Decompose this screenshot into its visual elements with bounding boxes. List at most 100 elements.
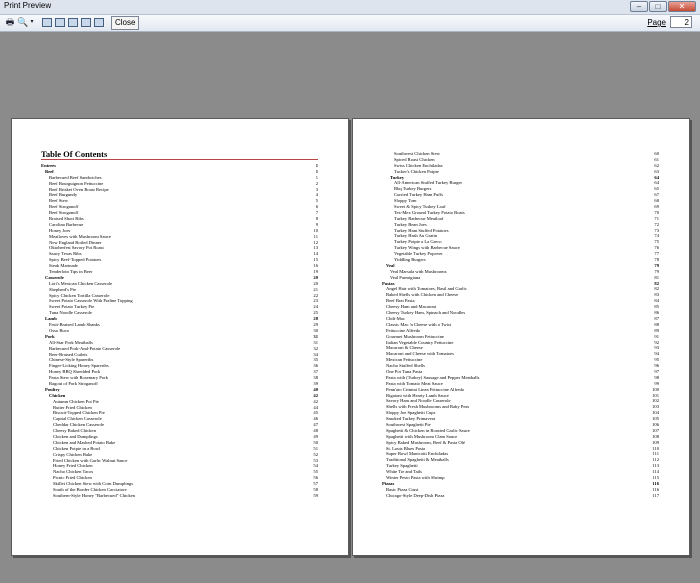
toc-entry-title: Honey Joes	[49, 227, 71, 233]
toc-entry-title: Sweet & Spicy Turkey Loaf	[394, 204, 446, 210]
toc-entry-title: Barbecued Pork-And-Potato Casserole	[49, 345, 121, 351]
preview-canvas: Table Of Contents Entrees 1 Beef 1 Barbecued…	[0, 32, 700, 583]
toc-entry-title: Baked Shells with Chicken and Cheese	[386, 292, 459, 298]
toc-entry-title: Macaroni & Cheese	[386, 345, 423, 351]
toc-entry-title: Traditional Spaghetti & Meatballs	[386, 457, 449, 463]
toc-entry-title: Chinese-Style Spareribs	[49, 357, 94, 363]
toc-entry-title: Pasta with (Turkey) Sausage and Pepper M…	[386, 374, 480, 380]
toc-entry-title: Ragout of Pork Stroganoff	[49, 380, 98, 386]
toc-entry-title: Turkey Bean Joes	[394, 221, 427, 227]
page-number-input[interactable]: 2	[670, 16, 692, 28]
window-close-button[interactable]: ✕	[668, 1, 696, 12]
toc-entry-title: Nacho Chicken Tacos	[53, 469, 94, 475]
chevron-down-icon[interactable]: ▾	[29, 17, 35, 28]
toc-entry-title: Turkey	[390, 174, 405, 180]
toc-entry-title: Barbecued Beef Sandwiches	[49, 174, 102, 180]
toc-entry: Southern-Style Honey "Barbecued" Chicken…	[41, 493, 318, 499]
one-page-icon[interactable]	[42, 18, 52, 27]
toc-entry-title: Angel Hair with Tomatoes, Basil and Garl…	[386, 286, 467, 292]
toc-entry-title: Yiddling Burgers	[394, 257, 426, 263]
toc-entry-title: Rigatoni with Hearty Lamb Sauce	[386, 392, 449, 398]
toc-entry-title: Spicy Baked Mushroom, Beef & Pasta Olé	[386, 439, 465, 445]
toc-entry-title: Sloppy Joe Spaghetti Cups	[386, 410, 436, 416]
toc-entry-title: Lamb	[45, 316, 57, 322]
zoom-icon[interactable]: 🔍	[17, 17, 29, 28]
toc-entry-title: Beef Bourguignon Fettuccine	[49, 180, 104, 186]
toc-entry-title: Cheesy Baked Chicken	[53, 428, 96, 434]
maximize-button[interactable]: □	[649, 1, 667, 12]
toc-entry-title: Nacho Stuffed Shells	[386, 363, 425, 369]
toc-entry-title: Gourmet Mushroom Fettuccine	[386, 333, 444, 339]
toc-entry-title: Chicken	[49, 392, 66, 398]
toc-entry-title: Sweet Potato Casserole With Praline Topp…	[49, 298, 133, 304]
close-button[interactable]: Close	[111, 16, 140, 30]
toc-entry-title: Penn'ato Crimini Linea Fettuccine Alfred…	[386, 386, 465, 392]
toc-entry-title: Tucker's Chicken Potpie	[394, 168, 439, 174]
toc-entry-title: Beef Brat Pasta	[386, 298, 415, 304]
toc-entry-title: All-Star Pork Meatballs	[49, 339, 93, 345]
toc-entry-title: Turkey Potpie a La Greco	[394, 239, 442, 245]
toc-entry-title: Mexican Fettuccine	[386, 357, 423, 363]
toc-entry-title: Chicken and Dumplings	[53, 433, 98, 439]
toc-entry-title: Oktoberfest Savory Pot Roast	[49, 245, 104, 251]
toc-entry-title: South of the Border Chicken Cacciatore	[53, 486, 127, 492]
toc-entry-title: Tuna Noodle Casserole	[49, 310, 92, 316]
toc-entry-title: Pork	[45, 333, 55, 339]
toc-entry-title: Picnic Fried Chicken	[53, 475, 92, 481]
toc-entry-title: Bbq Turkey Burgers	[394, 186, 432, 192]
toc-entry-title: Honey BBQ Shredded Pork	[49, 369, 101, 375]
preview-page-2: Southwest Chicken Stew 60 Spiced Roast Chi…	[352, 118, 690, 556]
toc-entry-title: Spiced Roast Chicken	[394, 156, 435, 162]
two-pages-icon[interactable]	[55, 18, 65, 27]
toc-entry-title: Spicy Chicken Tortilla Casserole	[49, 292, 110, 298]
toc-entry-title: Smoked Turkey Primavera	[386, 416, 436, 422]
toc-entry-title: Autumn Chicken Pot Pie	[53, 398, 99, 404]
toc-entry-title: Tenderloin Tips in Beer	[49, 269, 93, 275]
toc-entry-title: White Tie and Tails	[386, 469, 422, 475]
toc-entry-title: Shells with Fresh Mushrooms and Baby Pea…	[386, 404, 470, 410]
toc-entry-title: Turkey Hash Au Gratin	[394, 233, 438, 239]
toc-list: Entrees 1 Beef 1 Barbecued Beef Sandwiches 1 B…	[41, 163, 318, 499]
toc-entry-title: Cheesy Ham and Macaroni	[386, 304, 437, 310]
toc-entry-title: Savory Ham and Noodle Casserole	[386, 398, 451, 404]
toc-entry-page: 117	[652, 492, 659, 498]
toc-list: Southwest Chicken Stew 60 Spiced Roast Chi…	[382, 151, 659, 499]
toc-entry-title: Skillet Chicken Stew with Corn Dumplings	[53, 481, 134, 487]
toc-entry-title: Macaroni and Cheese with Tomatoes	[386, 351, 454, 357]
toc-entry-title: Braised Short Ribs	[49, 216, 84, 222]
toc-entry-title: Beef Stroganoff	[49, 210, 79, 216]
three-pages-icon[interactable]	[68, 18, 78, 27]
toc-entry-title: Beef Stroganoff	[49, 204, 79, 210]
toc-entry-title: Osso Buco	[49, 327, 70, 333]
toc-entry-title: Pizzas	[382, 480, 395, 486]
toc-entry-title: Meatloves with Mushroom Sauce	[49, 233, 111, 239]
toc-entry-title: Carolina Barbecue	[49, 221, 84, 227]
toc-entry-title: Crispy Chicken Bake	[53, 451, 93, 457]
toc-entry-title: Butter Fried Chicken	[53, 404, 92, 410]
toc-entry-title: Sloppy Tom	[394, 198, 417, 204]
toc-entry: Chicago-Style Deep-Dish Pizza 117	[382, 493, 659, 499]
toc-entry-page: 59	[313, 492, 318, 498]
toc-entry-title: Southwest Spaghetti Pie	[386, 421, 431, 427]
toc-entry-title: One Pot Tuna Pasta	[386, 368, 423, 374]
toc-divider	[41, 159, 318, 160]
page-label: Page	[647, 18, 666, 27]
toc-entry-title: Pastas	[382, 280, 395, 286]
toc-entry-title: Shepherd's Pie	[49, 286, 76, 292]
toc-entry-title: All-American Stuffed Turkey Burger	[394, 180, 463, 186]
four-pages-icon[interactable]	[81, 18, 91, 27]
toc-entry-title: Chicken Potpie in a Bowl	[53, 445, 101, 451]
toc-entry-title: Southern-Style Honey "Barbecued" Chicken	[53, 492, 135, 498]
toc-entry-title: Finger-Licking Honey Spareribs	[49, 363, 109, 369]
minimize-button[interactable]: –	[630, 1, 648, 12]
toc-entry-title: Saucy Texas Ribs	[49, 251, 82, 257]
toc-entry-title: Curried Turkey Ham Puffs	[394, 192, 444, 198]
toc-entry-title: Beer-Braised Cutlets	[49, 351, 88, 357]
toc-entry-title: Poultry	[45, 386, 60, 392]
six-pages-icon[interactable]	[94, 18, 104, 27]
toc-entry-title: Pasta with Tomato Meat Sauce	[386, 380, 443, 386]
toc-entry-title: Honey Fried Chicken	[53, 463, 93, 469]
toc-entry-title: Super Bowl Manicotti Enchiladas	[386, 451, 449, 457]
print-icon[interactable]: 🖶	[4, 17, 16, 28]
toc-entry-title: Capital Chicken Casserole	[53, 416, 102, 422]
